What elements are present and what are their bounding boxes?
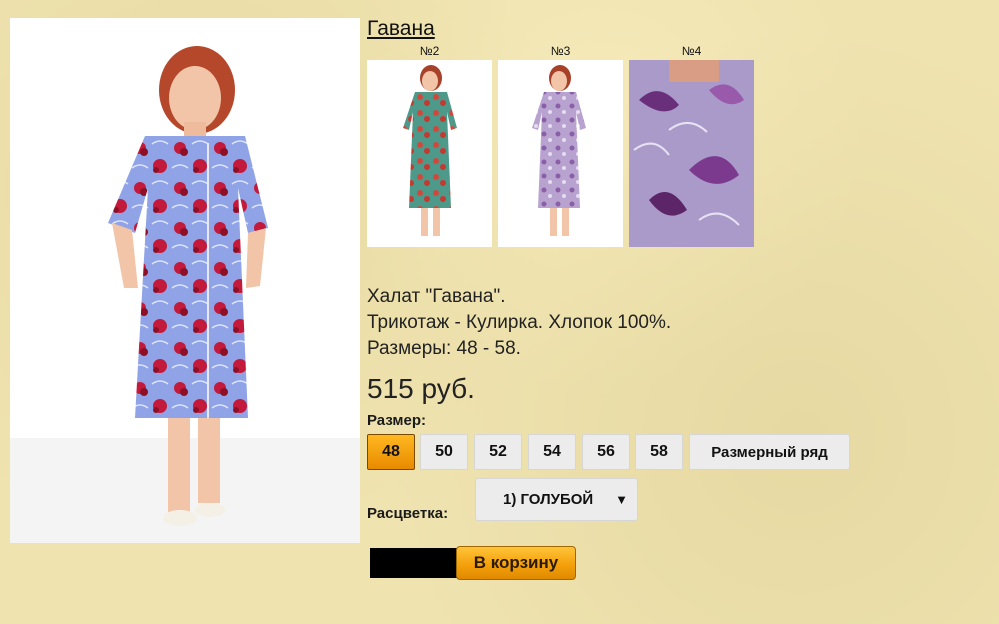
main-product-photo — [10, 18, 360, 543]
thumbnail-label-4: №4 — [681, 44, 702, 58]
thumbnail-2[interactable] — [367, 60, 492, 247]
size-option-48[interactable]: 48 — [367, 434, 415, 470]
quantity-input[interactable] — [370, 548, 458, 578]
description-line-1: Халат "Гавана". — [367, 286, 506, 307]
size-option-58[interactable]: 58 — [635, 434, 683, 470]
size-chart-button[interactable]: Размерный ряд — [689, 434, 850, 470]
size-label: Размер: — [367, 412, 427, 429]
size-option-54[interactable]: 54 — [528, 434, 576, 470]
thumbnail-label-2: №2 — [419, 44, 440, 58]
size-option-56[interactable]: 56 — [582, 434, 630, 470]
product-title[interactable]: Гавана — [367, 17, 435, 41]
color-select-value: 1) ГОЛУБОЙ — [503, 491, 594, 508]
thumbnail-4[interactable] — [629, 60, 754, 247]
thumbnail-label-3: №3 — [550, 44, 571, 58]
description-line-2: Трикотаж - Кулирка. Хлопок 100%. — [367, 312, 672, 333]
add-to-cart-button[interactable]: В корзину — [456, 546, 576, 580]
size-option-52[interactable]: 52 — [474, 434, 522, 470]
dropdown-arrow-icon: ▼ — [615, 492, 628, 507]
color-select[interactable]: 1) ГОЛУБОЙ ▼ — [475, 478, 638, 521]
product-price: 515 руб. — [367, 373, 475, 404]
description-line-3: Размеры: 48 - 58. — [367, 338, 521, 359]
size-option-50[interactable]: 50 — [420, 434, 468, 470]
color-label: Расцветка: — [367, 505, 449, 522]
thumbnail-3[interactable] — [498, 60, 623, 247]
